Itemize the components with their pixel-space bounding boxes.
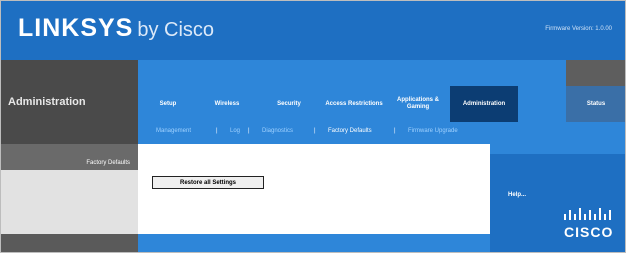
tab-status[interactable]: Status [566, 86, 626, 122]
section-label: Factory Defaults [86, 160, 130, 166]
submenu-separator: | [394, 128, 396, 134]
tab-access-restrictions[interactable]: Access Restrictions [324, 86, 384, 122]
logo-main-text: LINKSYS [18, 14, 134, 42]
subtab-diagnostics[interactable]: Diagnostics [262, 128, 293, 134]
help-panel-top [490, 144, 626, 154]
submenu-separator: | [216, 128, 218, 134]
help-panel: Help... CISCO [490, 144, 626, 253]
firmware-version: Firmware Version: 1.0.00 [545, 26, 612, 32]
subtab-factory-defaults[interactable]: Factory Defaults [328, 128, 372, 134]
cisco-wordmark: CISCO [564, 224, 614, 240]
subtab-management[interactable]: Management [156, 128, 191, 134]
section-label-band: Factory Defaults [0, 144, 138, 170]
tab-applications-gaming[interactable]: Applications & Gaming [388, 86, 448, 122]
tab-administration[interactable]: Administration [450, 86, 518, 122]
tab-wireless[interactable]: Wireless [200, 86, 254, 122]
content-panel [138, 144, 490, 253]
tab-security[interactable]: Security [262, 86, 316, 122]
content-footer [138, 234, 490, 253]
section-label-column: Factory Defaults [0, 144, 138, 253]
tab-setup[interactable]: Setup [144, 86, 192, 122]
restore-all-settings-button[interactable]: Restore all Settings [152, 176, 264, 189]
submenu-separator: | [314, 128, 316, 134]
sub-menu: Management | Log | Diagnostics | Factory… [138, 122, 626, 144]
menu-top-strip [138, 60, 626, 86]
page-title: Administration [8, 96, 86, 108]
router-admin-page: LINKSYS by Cisco Firmware Version: 1.0.0… [0, 0, 626, 253]
cisco-logo: CISCO [560, 206, 618, 246]
submenu-separator: | [248, 128, 250, 134]
linksys-logo: LINKSYS by Cisco [18, 14, 214, 48]
logo-sub-text: by Cisco [137, 19, 215, 41]
main-menu: Setup Wireless Security Access Restricti… [138, 86, 626, 122]
left-column-footer [0, 234, 138, 253]
menu-top-strip-blue [138, 60, 566, 86]
cisco-bars-icon [564, 208, 611, 220]
subtab-firmware-upgrade[interactable]: Firmware Upgrade [408, 128, 458, 134]
help-link[interactable]: Help... [508, 192, 526, 198]
header-bar: LINKSYS by Cisco Firmware Version: 1.0.0… [0, 0, 626, 60]
subtab-log[interactable]: Log [230, 128, 240, 134]
